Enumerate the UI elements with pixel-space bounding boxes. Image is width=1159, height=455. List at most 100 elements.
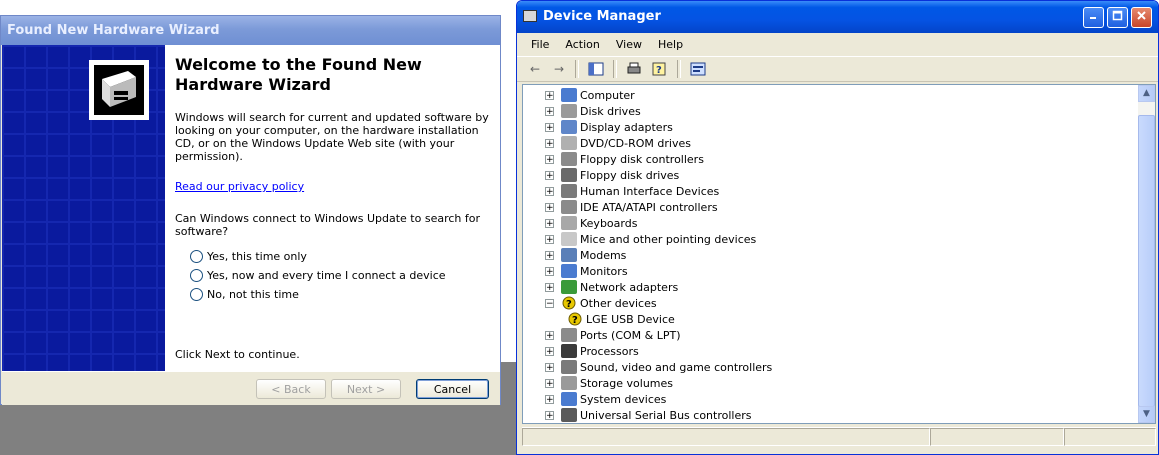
expand-icon[interactable]: + bbox=[545, 362, 554, 372]
device-category-item[interactable]: + Display adapters bbox=[545, 119, 673, 135]
device-tree-label: Storage volumes bbox=[580, 376, 674, 390]
device-category-item[interactable]: + Human Interface Devices bbox=[545, 183, 719, 199]
keyboard-icon bbox=[561, 216, 577, 230]
dvd-drive-icon bbox=[561, 136, 577, 150]
expand-icon[interactable]: + bbox=[545, 218, 554, 228]
expand-icon[interactable]: + bbox=[545, 186, 554, 196]
hardware-wizard-icon bbox=[89, 60, 149, 120]
menu-view[interactable]: View bbox=[608, 38, 650, 51]
wizard-heading: Welcome to the Found New Hardware Wizard bbox=[175, 55, 422, 94]
expand-icon[interactable]: + bbox=[545, 122, 554, 132]
device-category-item[interactable]: −? Other devices bbox=[545, 295, 657, 311]
device-category-item[interactable]: + Ports (COM & LPT) bbox=[545, 327, 681, 343]
menu-help[interactable]: Help bbox=[650, 38, 691, 51]
device-tree-label: System devices bbox=[580, 392, 667, 406]
properties-icon[interactable] bbox=[687, 58, 709, 80]
vertical-scrollbar[interactable]: ▲ ▼ bbox=[1138, 85, 1155, 423]
radio-yes-this-time[interactable]: Yes, this time only bbox=[190, 248, 307, 264]
radio-no-not-this-time[interactable]: No, not this time bbox=[190, 286, 299, 302]
expand-icon[interactable]: + bbox=[545, 234, 554, 244]
status-pane-2 bbox=[930, 428, 1064, 446]
device-category-item[interactable]: + Universal Serial Bus controllers bbox=[545, 407, 751, 423]
menu-action[interactable]: Action bbox=[557, 38, 607, 51]
radio-button[interactable] bbox=[190, 249, 203, 263]
device-tree-label: Universal Serial Bus controllers bbox=[580, 408, 752, 422]
device-manager-title-bar[interactable]: Device Manager bbox=[517, 1, 1158, 33]
expand-icon[interactable]: + bbox=[545, 90, 554, 100]
modem-icon bbox=[561, 248, 577, 262]
print-icon[interactable] bbox=[623, 58, 645, 80]
device-category-item[interactable]: + System devices bbox=[545, 391, 666, 407]
device-manager-window: Device Manager File Action View Help ← →… bbox=[516, 0, 1159, 455]
expand-icon[interactable]: + bbox=[545, 202, 554, 212]
expand-icon[interactable]: + bbox=[545, 154, 554, 164]
radio-button[interactable] bbox=[190, 287, 203, 301]
svg-text:?: ? bbox=[566, 299, 572, 310]
wizard-button-bar: < Back Next > Cancel bbox=[2, 371, 500, 405]
device-category-item[interactable]: + Disk drives bbox=[545, 103, 641, 119]
floppy-controller-icon bbox=[561, 152, 577, 166]
device-category-item[interactable]: + Network adapters bbox=[545, 279, 678, 295]
back-button[interactable]: < Back bbox=[256, 379, 326, 399]
device-category-item[interactable]: + IDE ATA/ATAPI controllers bbox=[545, 199, 718, 215]
device-tree-label: Disk drives bbox=[580, 104, 641, 118]
cancel-button[interactable]: Cancel bbox=[416, 379, 489, 399]
radio-yes-every-time[interactable]: Yes, now and every time I connect a devi… bbox=[190, 267, 446, 283]
device-category-item[interactable]: + Floppy disk controllers bbox=[545, 151, 704, 167]
forward-arrow-icon[interactable]: → bbox=[549, 59, 569, 79]
device-tree-label: Modems bbox=[580, 248, 627, 262]
expand-icon[interactable]: + bbox=[545, 330, 554, 340]
expand-icon[interactable]: + bbox=[545, 346, 554, 356]
device-category-item[interactable]: + Sound, video and game controllers bbox=[545, 359, 772, 375]
expand-icon[interactable]: + bbox=[545, 394, 554, 404]
help-icon[interactable]: ? bbox=[649, 58, 671, 80]
device-category-item[interactable]: + Mice and other pointing devices bbox=[545, 231, 756, 247]
device-tree-child-item[interactable]: ? LGE USB Device bbox=[567, 311, 675, 327]
maximize-button[interactable] bbox=[1107, 7, 1128, 28]
device-category-item[interactable]: + Floppy disk drives bbox=[545, 167, 679, 183]
wizard-side-panel bbox=[2, 45, 165, 371]
radio-button[interactable] bbox=[190, 268, 203, 282]
hid-icon bbox=[561, 184, 577, 198]
device-category-item[interactable]: + Processors bbox=[545, 343, 639, 359]
wizard-title-bar[interactable]: Found New Hardware Wizard bbox=[1, 16, 500, 45]
scroll-thumb[interactable] bbox=[1138, 115, 1155, 407]
usb-icon bbox=[561, 408, 577, 422]
back-arrow-icon[interactable]: ← bbox=[525, 59, 545, 79]
device-tree-label: Display adapters bbox=[580, 120, 673, 134]
network-adapter-icon bbox=[561, 280, 577, 294]
port-icon bbox=[561, 328, 577, 342]
device-category-item[interactable]: + Keyboards bbox=[545, 215, 637, 231]
device-tree-label: Other devices bbox=[580, 296, 657, 310]
collapse-icon[interactable]: − bbox=[545, 298, 554, 308]
device-tree[interactable]: + Computer + Disk drives + Display adapters + D… bbox=[522, 84, 1156, 424]
device-tree-label: Computer bbox=[580, 88, 635, 102]
expand-icon[interactable]: + bbox=[545, 138, 554, 148]
device-category-item[interactable]: + Computer bbox=[545, 87, 635, 103]
device-category-item[interactable]: + DVD/CD-ROM drives bbox=[545, 135, 691, 151]
device-tree-label: Human Interface Devices bbox=[580, 184, 720, 198]
device-category-item[interactable]: + Modems bbox=[545, 247, 626, 263]
device-tree-label: LGE USB Device bbox=[586, 312, 675, 326]
next-button[interactable]: Next > bbox=[331, 379, 401, 399]
expand-icon[interactable]: + bbox=[545, 282, 554, 292]
wizard-question-text: Can Windows connect to Windows Update to… bbox=[175, 212, 481, 238]
scroll-up-arrow[interactable]: ▲ bbox=[1138, 85, 1155, 102]
expand-icon[interactable]: + bbox=[545, 378, 554, 388]
expand-icon[interactable]: + bbox=[545, 250, 554, 260]
close-button[interactable] bbox=[1131, 7, 1152, 28]
device-manager-title: Device Manager bbox=[543, 9, 661, 24]
device-category-item[interactable]: + Monitors bbox=[545, 263, 628, 279]
privacy-policy-link[interactable]: Read our privacy policy bbox=[175, 180, 304, 193]
svg-text:?: ? bbox=[656, 65, 662, 76]
expand-icon[interactable]: + bbox=[545, 410, 554, 420]
scroll-down-arrow[interactable]: ▼ bbox=[1138, 406, 1155, 423]
show-hide-console-tree-icon[interactable] bbox=[585, 58, 607, 80]
device-category-item[interactable]: + Storage volumes bbox=[545, 375, 673, 391]
expand-icon[interactable]: + bbox=[545, 266, 554, 276]
menu-file[interactable]: File bbox=[523, 38, 557, 51]
minimize-button[interactable] bbox=[1083, 7, 1104, 28]
device-tree-label: Floppy disk controllers bbox=[580, 152, 704, 166]
expand-icon[interactable]: + bbox=[545, 170, 554, 180]
expand-icon[interactable]: + bbox=[545, 106, 554, 116]
